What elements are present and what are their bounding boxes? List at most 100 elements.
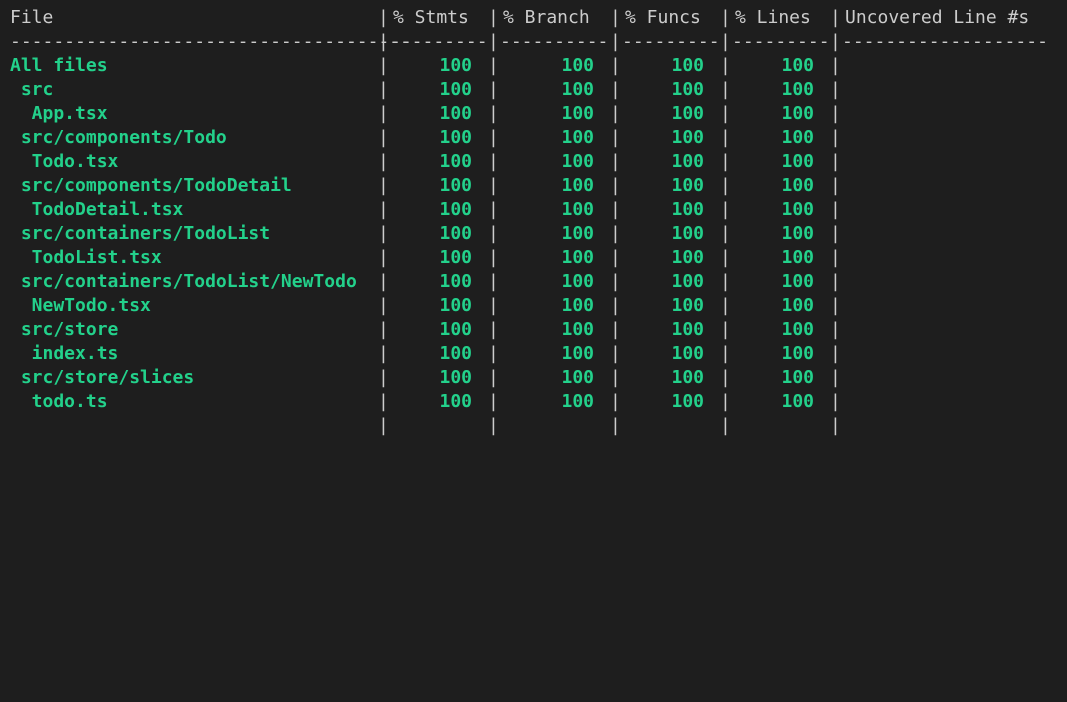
funcs-value: 100 bbox=[671, 79, 704, 100]
column-separator: | bbox=[830, 247, 841, 268]
lines-value: 100 bbox=[781, 247, 814, 268]
stmts-value: 100 bbox=[439, 367, 472, 388]
file-name: TodoList.tsx bbox=[10, 247, 162, 268]
lines-value: 100 bbox=[781, 319, 814, 340]
coverage-row: App.tsx | 100 | 100 | 100 | 100 | bbox=[10, 102, 1067, 126]
column-separator: | bbox=[830, 367, 841, 388]
column-separator: | bbox=[720, 7, 731, 28]
column-separator: | bbox=[830, 415, 841, 436]
funcs-value: 100 bbox=[671, 271, 704, 292]
column-separator: | bbox=[378, 415, 389, 436]
coverage-row: index.ts | 100 | 100 | 100 | 100 | bbox=[10, 342, 1067, 366]
file-name: Todo.tsx bbox=[10, 151, 119, 172]
stmts-value: 100 bbox=[439, 319, 472, 340]
branch-value: 100 bbox=[561, 391, 594, 412]
stmts-value: 100 bbox=[439, 391, 472, 412]
column-separator: | bbox=[488, 31, 499, 52]
stmts-value: 100 bbox=[439, 271, 472, 292]
lines-value: 100 bbox=[781, 343, 814, 364]
stmts-value: 100 bbox=[439, 295, 472, 316]
coverage-header-row: File | % Stmts | % Branch | % Funcs | % … bbox=[10, 6, 1067, 30]
column-separator: | bbox=[830, 103, 841, 124]
coverage-row: TodoDetail.tsx | 100 | 100 | 100 | 100 | bbox=[10, 198, 1067, 222]
funcs-value: 100 bbox=[671, 223, 704, 244]
funcs-value: 100 bbox=[671, 175, 704, 196]
lines-value: 100 bbox=[781, 103, 814, 124]
coverage-row: todo.ts | 100 | 100 | 100 | 100 | bbox=[10, 390, 1067, 414]
branch-value: 100 bbox=[561, 247, 594, 268]
column-separator: | bbox=[830, 391, 841, 412]
separator-funcs: --------- bbox=[622, 31, 720, 52]
coverage-trailing-row: | | | | | bbox=[10, 414, 1067, 438]
column-separator: | bbox=[720, 415, 731, 436]
lines-value: 100 bbox=[781, 127, 814, 148]
coverage-row: src/store | 100 | 100 | 100 | 100 | bbox=[10, 318, 1067, 342]
stmts-value: 100 bbox=[439, 151, 472, 172]
column-separator: | bbox=[830, 199, 841, 220]
branch-value: 100 bbox=[561, 295, 594, 316]
file-name: src/components/TodoDetail bbox=[10, 175, 292, 196]
funcs-value: 100 bbox=[671, 367, 704, 388]
column-separator: | bbox=[720, 31, 731, 52]
file-name: App.tsx bbox=[10, 103, 108, 124]
funcs-value: 100 bbox=[671, 103, 704, 124]
lines-value: 100 bbox=[781, 175, 814, 196]
column-separator: | bbox=[830, 271, 841, 292]
column-separator: | bbox=[610, 415, 621, 436]
file-name: src/store/slices bbox=[10, 367, 195, 388]
column-separator: | bbox=[830, 79, 841, 100]
header-uncovered: Uncovered Line #s bbox=[845, 7, 1030, 28]
branch-value: 100 bbox=[561, 175, 594, 196]
column-separator: | bbox=[830, 343, 841, 364]
lines-value: 100 bbox=[781, 367, 814, 388]
funcs-value: 100 bbox=[671, 343, 704, 364]
funcs-value: 100 bbox=[671, 127, 704, 148]
file-name: src/components/Todo bbox=[10, 127, 227, 148]
stmts-value: 100 bbox=[439, 127, 472, 148]
branch-value: 100 bbox=[561, 271, 594, 292]
column-separator: | bbox=[830, 7, 841, 28]
column-separator: | bbox=[610, 7, 621, 28]
lines-value: 100 bbox=[781, 223, 814, 244]
header-lines: % Lines bbox=[735, 7, 811, 28]
stmts-value: 100 bbox=[439, 247, 472, 268]
funcs-value: 100 bbox=[671, 391, 704, 412]
column-separator: | bbox=[830, 55, 841, 76]
header-file: File bbox=[10, 7, 54, 28]
header-funcs: % Funcs bbox=[625, 7, 701, 28]
stmts-value: 100 bbox=[439, 343, 472, 364]
separator-branch: ---------- bbox=[500, 31, 609, 52]
column-separator: | bbox=[830, 151, 841, 172]
column-separator: | bbox=[610, 31, 621, 52]
coverage-row: src/containers/TodoList | 100 | 100 | 10… bbox=[10, 222, 1067, 246]
terminal-output: File | % Stmts | % Branch | % Funcs | % … bbox=[10, 6, 1067, 436]
branch-value: 100 bbox=[561, 319, 594, 340]
column-separator: | bbox=[830, 31, 841, 52]
coverage-row: Todo.tsx | 100 | 100 | 100 | 100 | bbox=[10, 150, 1067, 174]
column-separator: | bbox=[830, 175, 841, 196]
stmts-value: 100 bbox=[439, 55, 472, 76]
column-separator: | bbox=[488, 7, 499, 28]
separator-file: ------------------------------------- bbox=[10, 31, 411, 52]
coverage-row: src/store/slices | 100 | 100 | 100 | 100… bbox=[10, 366, 1067, 390]
funcs-value: 100 bbox=[671, 55, 704, 76]
column-separator: | bbox=[378, 31, 389, 52]
column-separator: | bbox=[830, 295, 841, 316]
file-name: src/containers/TodoList/NewTodo bbox=[10, 271, 357, 292]
file-name: TodoDetail.tsx bbox=[10, 199, 184, 220]
lines-value: 100 bbox=[781, 199, 814, 220]
header-branch: % Branch bbox=[503, 7, 590, 28]
separator-lines: --------- bbox=[732, 31, 830, 52]
stmts-value: 100 bbox=[439, 175, 472, 196]
file-name: All files bbox=[10, 55, 108, 76]
column-separator: | bbox=[488, 415, 499, 436]
branch-value: 100 bbox=[561, 343, 594, 364]
coverage-row: src/components/Todo | 100 | 100 | 100 | … bbox=[10, 126, 1067, 150]
column-separator: | bbox=[378, 7, 389, 28]
branch-value: 100 bbox=[561, 223, 594, 244]
funcs-value: 100 bbox=[671, 199, 704, 220]
branch-value: 100 bbox=[561, 103, 594, 124]
branch-value: 100 bbox=[561, 55, 594, 76]
funcs-value: 100 bbox=[671, 151, 704, 172]
file-name: todo.ts bbox=[10, 391, 108, 412]
